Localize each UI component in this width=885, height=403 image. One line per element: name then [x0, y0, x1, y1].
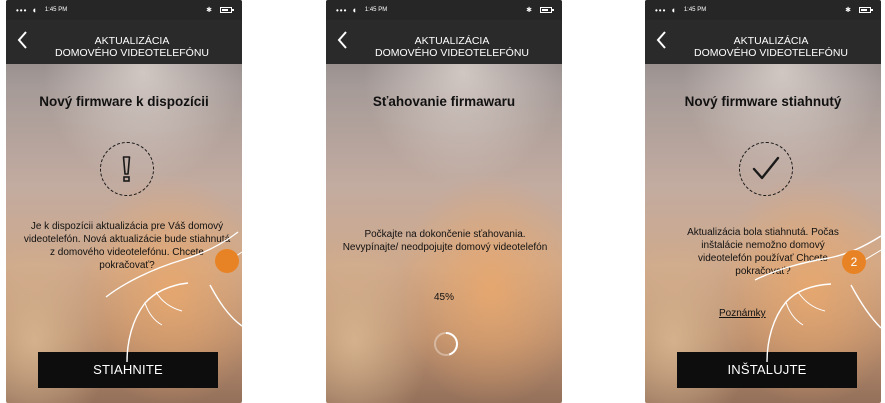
phone-screen-new-firmware: ••• ◖ 1:45 PM ✱ AKTUALIZÁCIA DOMOVÉHO VI…: [6, 0, 242, 403]
wifi-icon: ◖: [351, 5, 357, 15]
screen-header: AKTUALIZÁCIA DOMOVÉHO VIDEOTELEFÓNU: [645, 20, 881, 64]
header-title-line2: DOMOVÉHO VIDEOTELEFÓNU: [693, 47, 849, 59]
touch-marker: [215, 249, 239, 273]
screen-message: Aktualizácia bola stiahnutá. Počas inšta…: [687, 227, 839, 277]
battery-icon: [540, 7, 554, 13]
signal-icon: •••: [655, 5, 667, 15]
screen-heading: Nový firmware stiahnutý: [684, 94, 842, 109]
signal-icon: •••: [336, 5, 348, 15]
phone-screen-firmware-downloaded: ••• ◖ 1:45 PM ✱ AKTUALIZÁCIA DOMOVÉHO VI…: [645, 0, 881, 403]
back-arrow-icon[interactable]: [16, 28, 30, 52]
header-title-line1: AKTUALIZÁCIA: [733, 35, 809, 47]
status-bar: ••• ◖ 1:45 PM ✱: [326, 0, 562, 20]
wifi-icon: ◖: [670, 5, 676, 15]
wifi-icon: ◖: [31, 5, 37, 15]
back-arrow-icon[interactable]: [336, 28, 350, 52]
status-bar: ••• ◖ 1:45 PM ✱: [645, 0, 881, 20]
screen-heading: Sťahovanie firmawaru: [372, 94, 516, 109]
touch-marker: 2: [842, 250, 866, 274]
status-time: 1:45 PM: [683, 7, 707, 13]
status-time: 1:45 PM: [44, 7, 68, 13]
status-bar: ••• ◖ 1:45 PM ✱: [6, 0, 242, 20]
battery-icon: [220, 7, 234, 13]
loading-spinner-icon: [434, 332, 458, 356]
screen-message: Je k dispozícii aktualizácia pre Váš dom…: [23, 221, 231, 271]
signal-icon: •••: [16, 5, 28, 15]
back-arrow-icon[interactable]: [655, 28, 669, 52]
header-title-line1: AKTUALIZÁCIA: [94, 35, 170, 47]
header-title: AKTUALIZÁCIA DOMOVÉHO VIDEOTELEFÓNU: [354, 35, 550, 59]
header-title-line2: DOMOVÉHO VIDEOTELEFÓNU: [54, 47, 210, 59]
header-title: AKTUALIZÁCIA DOMOVÉHO VIDEOTELEFÓNU: [673, 35, 869, 59]
status-time: 1:45 PM: [364, 7, 388, 13]
checkmark-icon: [739, 142, 793, 196]
header-title-line2: DOMOVÉHO VIDEOTELEFÓNU: [374, 47, 530, 59]
screen-header: AKTUALIZÁCIA DOMOVÉHO VIDEOTELEFÓNU: [326, 20, 562, 64]
screen-header: AKTUALIZÁCIA DOMOVÉHO VIDEOTELEFÓNU: [6, 20, 242, 64]
header-title: AKTUALIZÁCIA DOMOVÉHO VIDEOTELEFÓNU: [34, 35, 230, 59]
install-button[interactable]: INŠTALUJTE: [677, 352, 857, 388]
header-title-line1: AKTUALIZÁCIA: [414, 35, 490, 47]
bluetooth-icon: ✱: [526, 7, 532, 14]
screen-heading: Nový firmware k dispozícii: [39, 94, 209, 109]
exclamation-icon: [100, 142, 154, 196]
phone-screen-downloading: ••• ◖ 1:45 PM ✱ AKTUALIZÁCIA DOMOVÉHO VI…: [326, 0, 562, 403]
bluetooth-icon: ✱: [206, 7, 212, 14]
release-notes-link[interactable]: Poznámky: [719, 308, 766, 319]
bluetooth-icon: ✱: [845, 7, 851, 14]
download-button[interactable]: STIAHNITE: [38, 352, 218, 388]
screen-message: Počkajte na dokončenie sťahovania. Nevyp…: [342, 229, 548, 253]
battery-icon: [859, 7, 873, 13]
progress-percent: 45%: [433, 292, 454, 303]
